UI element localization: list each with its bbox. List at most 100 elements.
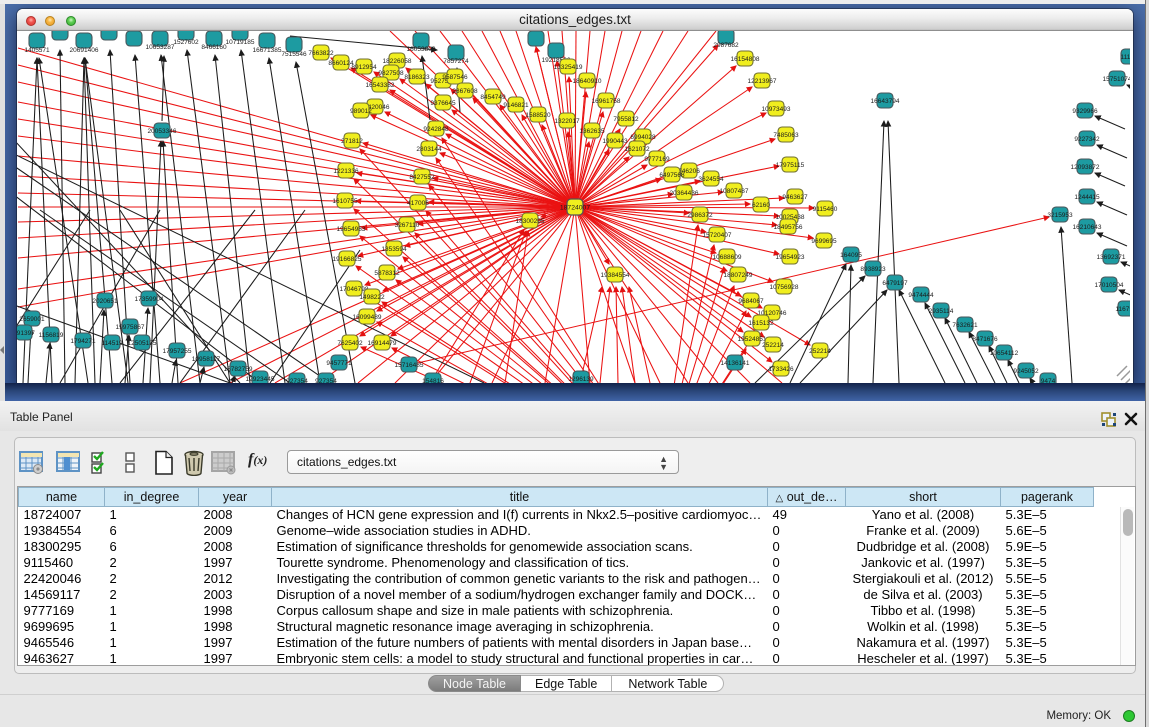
svg-text:1794271: 1794271 <box>70 338 96 345</box>
svg-text:8454749: 8454749 <box>480 94 506 101</box>
svg-text:13325419: 13325419 <box>554 64 583 71</box>
svg-text:17010504: 17010504 <box>1095 282 1124 289</box>
svg-text:20053346: 20053346 <box>148 128 177 135</box>
svg-text:991397: 991397 <box>17 330 35 337</box>
svg-text:15751074: 15751074 <box>1103 76 1130 83</box>
svg-text:1405571: 1405571 <box>24 47 50 54</box>
svg-text:6479197: 6479197 <box>882 280 908 287</box>
svg-text:7663822: 7663822 <box>308 50 334 57</box>
svg-text:8186323: 8186323 <box>404 74 430 81</box>
svg-text:252214: 252214 <box>809 348 831 355</box>
svg-text:18226058: 18226058 <box>383 58 412 65</box>
svg-text:5878312: 5878312 <box>374 270 400 277</box>
svg-text:9684067: 9684067 <box>738 298 764 305</box>
svg-text:2986372: 2986372 <box>687 212 713 219</box>
svg-text:20364436: 20364436 <box>670 190 699 197</box>
svg-text:417006: 417006 <box>407 200 429 207</box>
svg-text:16543382: 16543382 <box>366 82 395 89</box>
svg-text:14136141: 14136141 <box>721 360 750 367</box>
svg-text:9474444: 9474444 <box>908 292 934 299</box>
svg-text:9777169: 9777169 <box>644 156 670 163</box>
svg-text:9699695: 9699695 <box>811 238 837 245</box>
svg-text:16671385: 16671385 <box>253 47 282 54</box>
svg-text:1353594: 1353594 <box>381 246 407 253</box>
svg-text:10688609: 10688609 <box>713 254 742 261</box>
svg-text:3624554: 3624554 <box>698 176 724 183</box>
svg-text:10807487: 10807487 <box>720 188 749 195</box>
svg-text:1990443: 1990443 <box>602 138 628 145</box>
svg-text:6994028: 6994028 <box>630 134 656 141</box>
svg-text:16782759: 16782759 <box>224 366 253 373</box>
svg-text:7625402: 7625402 <box>337 340 363 347</box>
svg-text:8427552: 8427552 <box>409 174 435 181</box>
svg-text:9376645: 9376645 <box>430 100 456 107</box>
svg-text:18640910: 18640910 <box>573 78 602 85</box>
svg-text:1610755: 1610755 <box>332 198 358 205</box>
svg-text:8466160: 8466160 <box>201 44 227 51</box>
svg-text:9115460: 9115460 <box>813 206 838 213</box>
svg-text:1733426: 1733426 <box>768 366 794 373</box>
svg-text:18724007: 18724007 <box>560 205 590 212</box>
svg-text:9827508: 9827508 <box>378 70 404 77</box>
svg-text:7515546: 7515546 <box>281 51 307 58</box>
svg-text:1615132: 1615132 <box>748 320 774 327</box>
svg-text:1621072: 1621072 <box>624 146 650 153</box>
svg-text:989012: 989012 <box>350 108 372 115</box>
svg-text:3215953: 3215953 <box>1047 212 1073 219</box>
svg-text:8813054: 8813054 <box>523 31 549 32</box>
svg-text:10654112: 10654112 <box>990 350 1019 357</box>
svg-text:2935114: 2935114 <box>929 308 954 315</box>
svg-text:19166825: 19166825 <box>333 256 362 263</box>
svg-text:1221336: 1221336 <box>333 168 359 175</box>
svg-text:164095: 164095 <box>840 252 862 259</box>
svg-text:114519: 114519 <box>101 340 123 347</box>
svg-text:8912954: 8912954 <box>351 64 377 71</box>
svg-text:252214: 252214 <box>762 342 784 349</box>
svg-text:19975867: 19975867 <box>116 324 145 331</box>
svg-text:15720407: 15720407 <box>703 232 732 239</box>
svg-text:15716485: 15716485 <box>395 362 424 369</box>
svg-text:7632621: 7632621 <box>952 322 978 329</box>
svg-text:271812: 271812 <box>341 138 363 145</box>
svg-text:1322017: 1322017 <box>554 118 580 125</box>
svg-text:10958117: 10958117 <box>192 356 221 363</box>
svg-text:2867608: 2867608 <box>452 88 478 95</box>
svg-text:1156819: 1156819 <box>39 332 64 339</box>
svg-text:9587546: 9587546 <box>442 74 468 81</box>
svg-text:16914479: 16914479 <box>368 340 397 347</box>
svg-text:2020651: 2020651 <box>92 298 118 305</box>
svg-text:62160: 62160 <box>752 202 770 209</box>
svg-text:2987682: 2987682 <box>713 42 739 49</box>
svg-text:1362635: 1362635 <box>579 128 605 135</box>
svg-text:7485063: 7485063 <box>773 132 799 139</box>
svg-text:2803144: 2803144 <box>416 146 442 153</box>
svg-text:16643794: 16643794 <box>871 98 900 105</box>
svg-text:1244415: 1244415 <box>1074 194 1100 201</box>
svg-text:18300295: 18300295 <box>516 218 545 225</box>
svg-text:19654923: 19654923 <box>776 254 805 261</box>
svg-text:6497568: 6497568 <box>659 172 685 179</box>
svg-text:16099489: 16099489 <box>353 314 382 321</box>
svg-text:12213967: 12213967 <box>748 78 777 85</box>
svg-text:9329966: 9329966 <box>1072 108 1098 115</box>
svg-text:16210643: 16210643 <box>1073 224 1102 231</box>
svg-text:3267110: 3267110 <box>395 222 420 229</box>
svg-text:2659001: 2659001 <box>19 316 45 323</box>
svg-text:10653287: 10653287 <box>146 44 175 51</box>
svg-text:16961758: 16961758 <box>592 98 621 105</box>
svg-text:12505135: 12505135 <box>128 340 157 347</box>
svg-text:18495756: 18495756 <box>774 224 803 231</box>
svg-text:9227342: 9227342 <box>1074 136 1100 143</box>
svg-text:17957255: 17957255 <box>163 348 192 355</box>
svg-text:19654983: 19654983 <box>337 226 366 233</box>
svg-text:1498222: 1498222 <box>359 294 385 301</box>
svg-text:16154808: 16154808 <box>731 56 760 63</box>
svg-text:8471676: 8471676 <box>972 336 998 343</box>
svg-text:9463627: 9463627 <box>782 194 808 201</box>
svg-text:11175: 11175 <box>1120 54 1130 61</box>
svg-text:10756928: 10756928 <box>770 284 799 291</box>
svg-text:19384554: 19384554 <box>601 272 630 279</box>
svg-text:20691406: 20691406 <box>70 47 99 54</box>
svg-text:9242848: 9242848 <box>423 126 449 133</box>
svg-text:8938923: 8938923 <box>860 266 886 273</box>
